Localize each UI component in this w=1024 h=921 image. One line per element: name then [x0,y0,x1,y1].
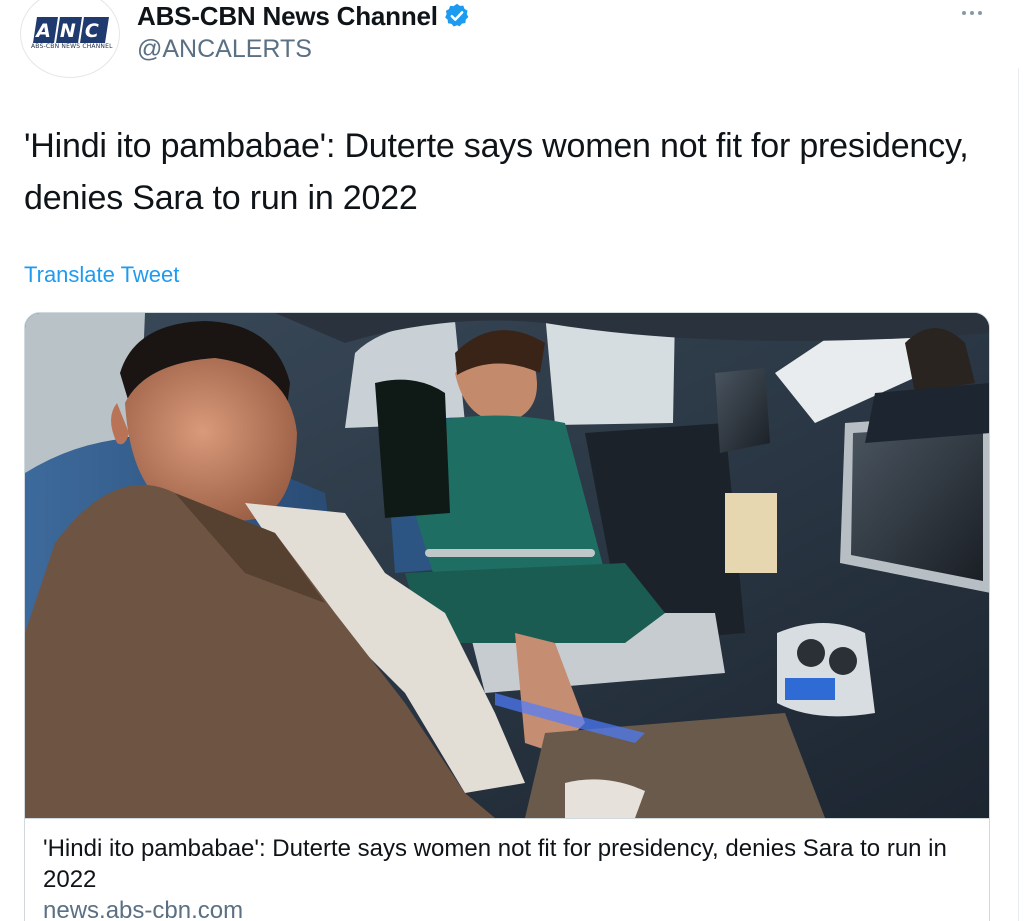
tweet-text: 'Hindi ito pambabae': Duterte says women… [24,127,969,217]
tweet-header: ANC ABS-CBN NEWS CHANNEL ABS-CBN News Ch… [0,0,1024,90]
translate-tweet-link[interactable]: Translate Tweet [24,262,179,288]
card-domain: news.abs-cbn.com [43,897,244,921]
avatar-subtitle: ABS-CBN NEWS CHANNEL [31,43,113,50]
card-title: 'Hindi ito pambabae': Duterte says women… [43,835,947,893]
verified-badge-icon [444,3,469,27]
name-row: ABS-CBN News Channel [137,0,471,32]
car-interior-photo [25,313,989,818]
avatar[interactable]: ANC ABS-CBN NEWS CHANNEL [20,0,120,78]
link-card[interactable]: 'Hindi ito pambabae': Duterte says women… [24,312,990,921]
avatar-logo-text: ANC [34,20,108,42]
card-body: 'Hindi ito pambabae': Duterte says women… [25,818,989,921]
anc-logo: ANC [33,16,109,44]
display-name[interactable]: ABS-CBN News Channel [137,1,438,32]
account-handle[interactable]: @ANCALERTS [137,35,312,64]
card-image [25,313,989,818]
column-border [1018,68,1019,921]
more-horizontal-icon[interactable] [962,6,988,20]
